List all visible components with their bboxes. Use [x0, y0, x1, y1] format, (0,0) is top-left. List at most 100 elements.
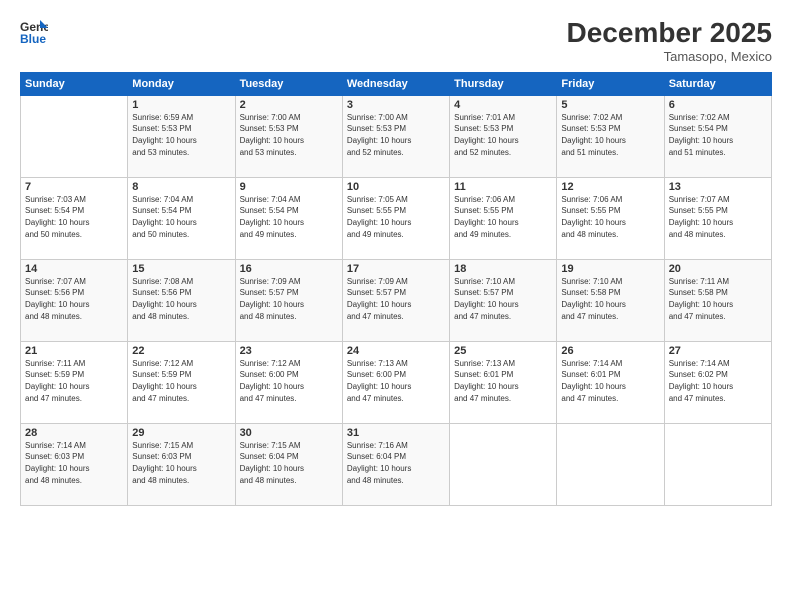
- day-number: 13: [669, 181, 767, 193]
- day-info: Sunrise: 7:11 AM Sunset: 5:59 PM Dayligh…: [25, 358, 123, 404]
- weekday-header: Sunday: [21, 72, 128, 95]
- day-number: 3: [347, 99, 445, 111]
- weekday-header: Wednesday: [342, 72, 449, 95]
- day-number: 11: [454, 181, 552, 193]
- calendar-body: 1Sunrise: 6:59 AM Sunset: 5:53 PM Daylig…: [21, 95, 772, 505]
- calendar-cell: 29Sunrise: 7:15 AM Sunset: 6:03 PM Dayli…: [128, 423, 235, 505]
- calendar-week-row: 28Sunrise: 7:14 AM Sunset: 6:03 PM Dayli…: [21, 423, 772, 505]
- day-number: 2: [240, 99, 338, 111]
- day-info: Sunrise: 7:10 AM Sunset: 5:57 PM Dayligh…: [454, 276, 552, 322]
- day-info: Sunrise: 7:14 AM Sunset: 6:02 PM Dayligh…: [669, 358, 767, 404]
- calendar-cell: 14Sunrise: 7:07 AM Sunset: 5:56 PM Dayli…: [21, 259, 128, 341]
- calendar-cell: 31Sunrise: 7:16 AM Sunset: 6:04 PM Dayli…: [342, 423, 449, 505]
- day-number: 18: [454, 263, 552, 275]
- day-info: Sunrise: 7:03 AM Sunset: 5:54 PM Dayligh…: [25, 194, 123, 240]
- calendar-cell: 28Sunrise: 7:14 AM Sunset: 6:03 PM Dayli…: [21, 423, 128, 505]
- day-info: Sunrise: 7:06 AM Sunset: 5:55 PM Dayligh…: [454, 194, 552, 240]
- calendar-week-row: 21Sunrise: 7:11 AM Sunset: 5:59 PM Dayli…: [21, 341, 772, 423]
- calendar-table: SundayMondayTuesdayWednesdayThursdayFrid…: [20, 72, 772, 506]
- calendar-header-row: SundayMondayTuesdayWednesdayThursdayFrid…: [21, 72, 772, 95]
- day-info: Sunrise: 7:07 AM Sunset: 5:55 PM Dayligh…: [669, 194, 767, 240]
- calendar-cell: 27Sunrise: 7:14 AM Sunset: 6:02 PM Dayli…: [664, 341, 771, 423]
- day-number: 12: [561, 181, 659, 193]
- calendar-cell: 25Sunrise: 7:13 AM Sunset: 6:01 PM Dayli…: [450, 341, 557, 423]
- day-number: 9: [240, 181, 338, 193]
- day-info: Sunrise: 7:00 AM Sunset: 5:53 PM Dayligh…: [240, 112, 338, 158]
- calendar-cell: 19Sunrise: 7:10 AM Sunset: 5:58 PM Dayli…: [557, 259, 664, 341]
- day-info: Sunrise: 7:09 AM Sunset: 5:57 PM Dayligh…: [240, 276, 338, 322]
- day-number: 22: [132, 345, 230, 357]
- day-info: Sunrise: 7:04 AM Sunset: 5:54 PM Dayligh…: [240, 194, 338, 240]
- calendar-cell: 22Sunrise: 7:12 AM Sunset: 5:59 PM Dayli…: [128, 341, 235, 423]
- logo-icon: General Blue: [20, 18, 48, 46]
- day-info: Sunrise: 7:05 AM Sunset: 5:55 PM Dayligh…: [347, 194, 445, 240]
- header: General Blue December 2025 Tamasopo, Mex…: [20, 18, 772, 64]
- day-info: Sunrise: 7:09 AM Sunset: 5:57 PM Dayligh…: [347, 276, 445, 322]
- day-number: 14: [25, 263, 123, 275]
- calendar-cell: 15Sunrise: 7:08 AM Sunset: 5:56 PM Dayli…: [128, 259, 235, 341]
- calendar-cell: 16Sunrise: 7:09 AM Sunset: 5:57 PM Dayli…: [235, 259, 342, 341]
- day-number: 24: [347, 345, 445, 357]
- month-title: December 2025: [567, 18, 772, 49]
- day-number: 25: [454, 345, 552, 357]
- calendar-cell: [664, 423, 771, 505]
- day-number: 26: [561, 345, 659, 357]
- page: General Blue December 2025 Tamasopo, Mex…: [0, 0, 792, 612]
- day-info: Sunrise: 7:08 AM Sunset: 5:56 PM Dayligh…: [132, 276, 230, 322]
- day-number: 7: [25, 181, 123, 193]
- calendar-cell: 12Sunrise: 7:06 AM Sunset: 5:55 PM Dayli…: [557, 177, 664, 259]
- day-number: 31: [347, 427, 445, 439]
- day-number: 6: [669, 99, 767, 111]
- location: Tamasopo, Mexico: [567, 49, 772, 64]
- day-number: 21: [25, 345, 123, 357]
- day-info: Sunrise: 7:02 AM Sunset: 5:54 PM Dayligh…: [669, 112, 767, 158]
- weekday-header: Friday: [557, 72, 664, 95]
- day-info: Sunrise: 7:12 AM Sunset: 5:59 PM Dayligh…: [132, 358, 230, 404]
- day-number: 17: [347, 263, 445, 275]
- calendar-cell: 9Sunrise: 7:04 AM Sunset: 5:54 PM Daylig…: [235, 177, 342, 259]
- calendar-cell: [557, 423, 664, 505]
- calendar-cell: 2Sunrise: 7:00 AM Sunset: 5:53 PM Daylig…: [235, 95, 342, 177]
- title-block: December 2025 Tamasopo, Mexico: [567, 18, 772, 64]
- day-number: 29: [132, 427, 230, 439]
- day-number: 15: [132, 263, 230, 275]
- weekday-header: Tuesday: [235, 72, 342, 95]
- weekday-header: Thursday: [450, 72, 557, 95]
- day-info: Sunrise: 7:13 AM Sunset: 6:00 PM Dayligh…: [347, 358, 445, 404]
- weekday-header: Monday: [128, 72, 235, 95]
- day-number: 28: [25, 427, 123, 439]
- calendar-cell: 6Sunrise: 7:02 AM Sunset: 5:54 PM Daylig…: [664, 95, 771, 177]
- calendar-cell: 30Sunrise: 7:15 AM Sunset: 6:04 PM Dayli…: [235, 423, 342, 505]
- day-info: Sunrise: 6:59 AM Sunset: 5:53 PM Dayligh…: [132, 112, 230, 158]
- day-info: Sunrise: 7:16 AM Sunset: 6:04 PM Dayligh…: [347, 440, 445, 486]
- calendar-cell: 24Sunrise: 7:13 AM Sunset: 6:00 PM Dayli…: [342, 341, 449, 423]
- day-info: Sunrise: 7:10 AM Sunset: 5:58 PM Dayligh…: [561, 276, 659, 322]
- day-info: Sunrise: 7:07 AM Sunset: 5:56 PM Dayligh…: [25, 276, 123, 322]
- day-info: Sunrise: 7:13 AM Sunset: 6:01 PM Dayligh…: [454, 358, 552, 404]
- calendar-cell: [450, 423, 557, 505]
- weekday-header: Saturday: [664, 72, 771, 95]
- day-info: Sunrise: 7:15 AM Sunset: 6:03 PM Dayligh…: [132, 440, 230, 486]
- day-info: Sunrise: 7:12 AM Sunset: 6:00 PM Dayligh…: [240, 358, 338, 404]
- calendar-cell: 17Sunrise: 7:09 AM Sunset: 5:57 PM Dayli…: [342, 259, 449, 341]
- calendar-cell: 8Sunrise: 7:04 AM Sunset: 5:54 PM Daylig…: [128, 177, 235, 259]
- svg-text:Blue: Blue: [20, 32, 46, 46]
- calendar-cell: 7Sunrise: 7:03 AM Sunset: 5:54 PM Daylig…: [21, 177, 128, 259]
- logo: General Blue: [20, 18, 50, 46]
- day-number: 20: [669, 263, 767, 275]
- day-number: 4: [454, 99, 552, 111]
- calendar-cell: 21Sunrise: 7:11 AM Sunset: 5:59 PM Dayli…: [21, 341, 128, 423]
- calendar-cell: 4Sunrise: 7:01 AM Sunset: 5:53 PM Daylig…: [450, 95, 557, 177]
- day-info: Sunrise: 7:01 AM Sunset: 5:53 PM Dayligh…: [454, 112, 552, 158]
- day-number: 19: [561, 263, 659, 275]
- day-info: Sunrise: 7:15 AM Sunset: 6:04 PM Dayligh…: [240, 440, 338, 486]
- day-number: 27: [669, 345, 767, 357]
- day-info: Sunrise: 7:14 AM Sunset: 6:03 PM Dayligh…: [25, 440, 123, 486]
- day-number: 5: [561, 99, 659, 111]
- calendar-cell: 26Sunrise: 7:14 AM Sunset: 6:01 PM Dayli…: [557, 341, 664, 423]
- day-number: 10: [347, 181, 445, 193]
- calendar-cell: 11Sunrise: 7:06 AM Sunset: 5:55 PM Dayli…: [450, 177, 557, 259]
- calendar-cell: 20Sunrise: 7:11 AM Sunset: 5:58 PM Dayli…: [664, 259, 771, 341]
- day-number: 30: [240, 427, 338, 439]
- day-info: Sunrise: 7:04 AM Sunset: 5:54 PM Dayligh…: [132, 194, 230, 240]
